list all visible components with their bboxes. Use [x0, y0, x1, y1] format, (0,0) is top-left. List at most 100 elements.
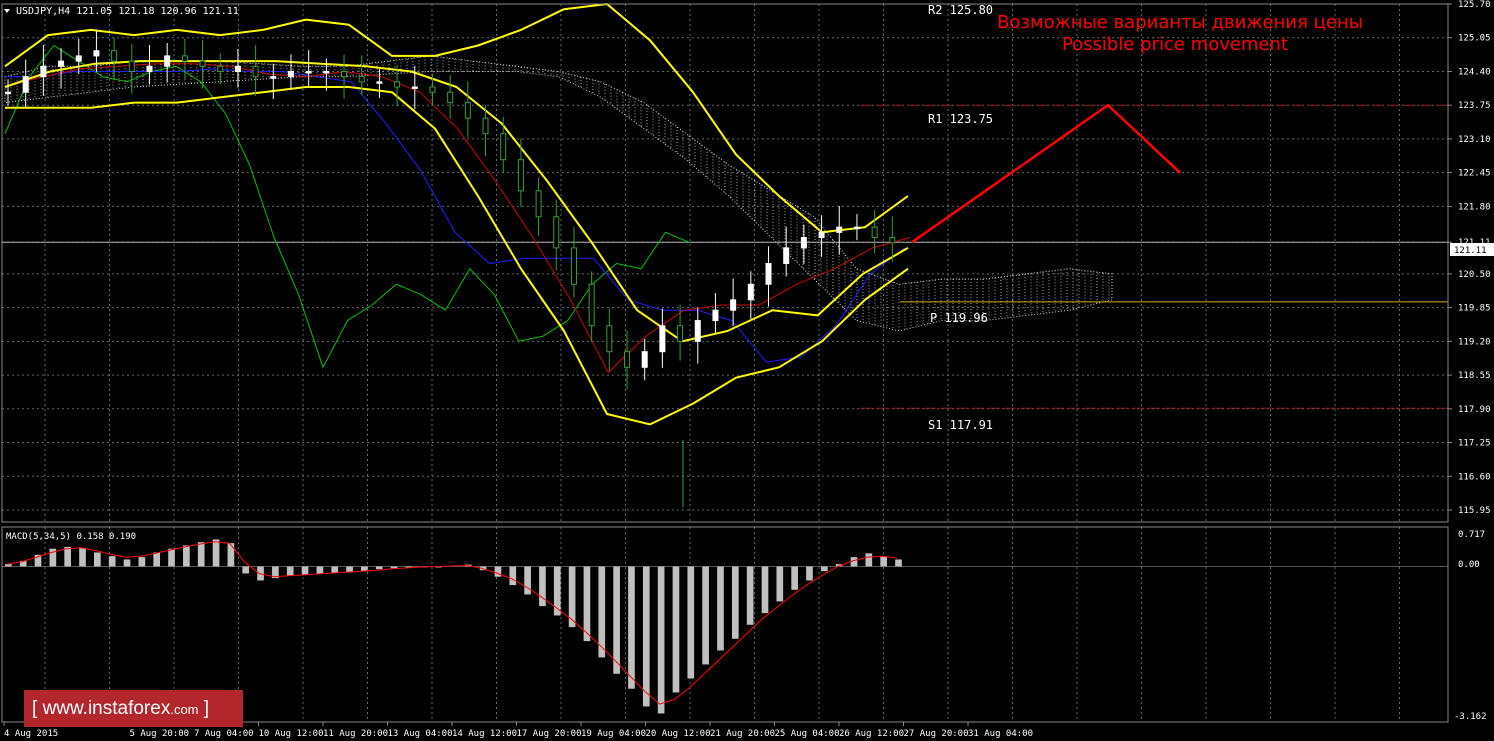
price-tick-label: 115.95 [1458, 506, 1491, 516]
candle-body [234, 65, 241, 72]
candle-body [22, 76, 29, 93]
price-tick-label: 123.75 [1458, 101, 1491, 111]
price-tick-label: 123.10 [1458, 135, 1491, 145]
macd-histogram-bar [583, 566, 591, 642]
price-tick-label: 125.05 [1458, 34, 1491, 44]
candle-body [199, 60, 206, 67]
macd-histogram-bar [791, 566, 798, 590]
macd-histogram-bar [628, 566, 635, 689]
candle-body [641, 351, 648, 368]
macd-tick-bottom: -3.162 [1454, 712, 1487, 722]
candle-body [659, 325, 666, 353]
chart-frame [1, 3, 1449, 723]
candles [5, 29, 896, 508]
candle-body [500, 133, 507, 161]
candle-body [853, 226, 860, 230]
price-tick-label: 119.20 [1458, 337, 1491, 347]
candle-body [128, 60, 135, 72]
macd-histogram-bar [197, 542, 205, 567]
macd-histogram-bar [776, 566, 784, 602]
logo-bracket-close: ] [203, 698, 210, 719]
candle-body [270, 76, 277, 79]
macd-histogram-bar [717, 566, 724, 651]
candle-body [252, 65, 259, 78]
macd-label: MACD(5,34,5) 0.158 0.190 [6, 532, 136, 542]
time-tick-label: 17 Aug 20:00 [517, 729, 582, 739]
candle-body [800, 237, 807, 249]
price-chart[interactable]: 125.70 125.05 124.40 123.75 123.10 122.45 121.… [0, 0, 1494, 741]
macd-histogram-bar [613, 566, 620, 674]
time-tick-label: 25 Aug 04:00 [775, 729, 840, 739]
candle-body [305, 70, 312, 74]
menu-triangle-icon[interactable] [4, 9, 10, 13]
candle-body [606, 325, 613, 353]
macd-histogram-bar [183, 545, 190, 567]
macd-histogram-bar [657, 566, 665, 714]
candle-body [217, 65, 224, 72]
candle-body [394, 81, 401, 88]
time-tick-label: 14 Aug 12:00 [452, 729, 517, 739]
candle-body [747, 283, 754, 301]
candle-body [694, 320, 701, 342]
macd-histogram-bar [242, 566, 250, 574]
candle-body [818, 231, 825, 239]
candle-body [429, 86, 436, 93]
logo-domain: .com [170, 702, 199, 717]
candle-body [40, 65, 47, 78]
candle-body [164, 55, 171, 67]
candle-body [376, 81, 383, 84]
candle-body [411, 86, 418, 90]
candle-body [553, 216, 560, 249]
candle-body [287, 70, 294, 78]
candle-body [181, 55, 188, 62]
time-tick-label: 10 Aug 12:00 [259, 729, 324, 739]
macd-histogram-bar [286, 566, 294, 576]
candle-body [5, 91, 11, 95]
macd-histogram-bar [108, 556, 116, 567]
kijun-sen-line [5, 68, 906, 363]
logo-bracket-open: [ [32, 698, 38, 719]
price-tick-label: 124.40 [1458, 67, 1491, 77]
annotation-en: Possible price movement [1062, 34, 1288, 55]
macd-histogram-bar [806, 566, 813, 581]
candle-body [517, 159, 524, 192]
instaforex-logo[interactable]: [ www.instaforex.com ] [24, 690, 243, 727]
candle-body [93, 50, 100, 57]
level-label-s1: S1 117.91 [928, 418, 993, 432]
macd-histogram-bar [346, 566, 353, 573]
time-tick-label: 13 Aug 04:00 [388, 729, 453, 739]
macd-histogram-bar [672, 566, 680, 693]
candle-body [464, 102, 471, 119]
macd-histogram-bar [301, 566, 309, 575]
macd-histogram-bar [227, 543, 235, 567]
price-tick-label: 118.55 [1458, 371, 1491, 381]
price-tick-label: 119.85 [1458, 304, 1491, 314]
candle-body [765, 262, 772, 285]
price-tick-label: 117.90 [1458, 405, 1491, 415]
macd-histogram-bar [539, 566, 546, 607]
candle-body [570, 247, 577, 285]
time-tick-label: 5 Aug 20:00 [130, 729, 190, 739]
macd-histogram-bar [494, 566, 502, 577]
price-tick-label: 120.50 [1458, 270, 1491, 280]
macd-histogram-bar [123, 559, 131, 567]
candle-body [58, 60, 65, 67]
macd-tick-top: 0.717 [1458, 530, 1485, 540]
macd-histogram-bar [895, 559, 902, 567]
macd-histogram-bar [702, 566, 709, 665]
time-tick-label: 20 Aug 12:00 [646, 729, 711, 739]
macd-histogram-bar [598, 566, 606, 658]
macd-histogram-bar [687, 566, 695, 679]
macd-histogram-bar [509, 566, 517, 586]
tenkan-sen-line [4, 63, 911, 373]
time-tick-label: 26 Aug 12:00 [839, 729, 904, 739]
macd-histogram-bar [168, 548, 175, 567]
candle-body [341, 70, 348, 78]
level-label-p: P 119.96 [930, 311, 988, 325]
macd-histogram-bar [64, 546, 72, 567]
candle-body [677, 325, 684, 342]
candle-body [730, 299, 737, 311]
symbol-info: USDJPY,H4 121.05 121.18 120.96 121.11 [16, 6, 239, 17]
macd-histogram-bar [331, 566, 339, 573]
candle-body [358, 76, 365, 83]
